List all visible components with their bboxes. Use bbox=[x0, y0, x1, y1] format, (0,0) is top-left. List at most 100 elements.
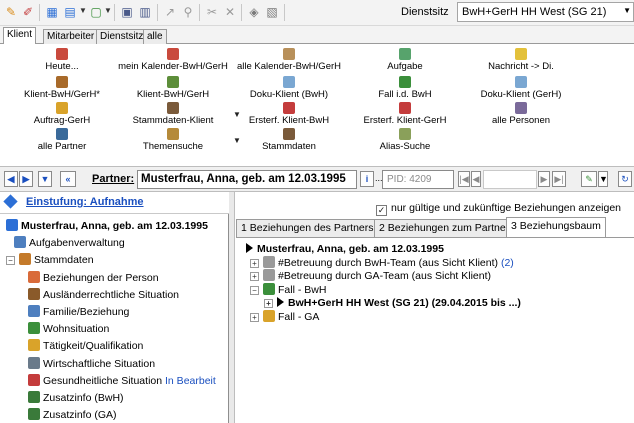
attach-icon[interactable]: ↗ bbox=[162, 4, 178, 20]
tree-item[interactable]: Ausländerrechtliche Situation bbox=[28, 287, 179, 304]
ribbon-client-bwh[interactable]: Klient-BwH/GerH bbox=[115, 76, 231, 100]
tab-dienstsitz[interactable]: Dienstsitz bbox=[96, 29, 148, 44]
ribbon-order-gerh[interactable]: Auftrag-GerH bbox=[4, 102, 120, 126]
ribbon-doku-client-bwh[interactable]: Doku-Klient (BwH) bbox=[231, 76, 347, 100]
ribbon-alias-search[interactable]: Alias-Suche bbox=[347, 128, 463, 152]
edit-button[interactable]: ✎ bbox=[581, 171, 597, 187]
tab-beziehungsbaum[interactable]: 3 Beziehungsbaum bbox=[506, 217, 606, 238]
ribbon-my-calendar[interactable]: mein Kalender-BwH/GerH bbox=[115, 48, 231, 72]
tab-klient[interactable]: Klient bbox=[3, 27, 37, 45]
tree-expander-icon[interactable]: + bbox=[250, 258, 259, 268]
first-capture-gerh-icon bbox=[399, 102, 411, 114]
refresh-button[interactable]: ↻ bbox=[618, 171, 632, 187]
valid-relations-filter[interactable]: ✓ nur gültige und zukünftige Beziehungen … bbox=[376, 202, 621, 216]
ribbon-label: Stammdaten bbox=[262, 141, 316, 152]
ribbon-all-calendars[interactable]: alle Kalender-BwH/GerH bbox=[231, 48, 347, 72]
tree-item[interactable]: Aufgabenverwaltung bbox=[14, 235, 125, 252]
view-tabs: Klient Mitarbeiter Dienstsitz alle bbox=[0, 26, 634, 45]
doku-client-gerh-icon bbox=[515, 76, 527, 88]
tree-expander-icon[interactable]: − bbox=[6, 256, 15, 266]
pid-field[interactable]: PID: 4209 bbox=[382, 170, 454, 189]
tree-item[interactable]: Zusatzinfo (GA) bbox=[28, 407, 117, 423]
delete-icon[interactable]: ✕ bbox=[222, 4, 238, 20]
ribbon-topic-search[interactable]: Themensuche bbox=[115, 128, 231, 152]
history-drop-button[interactable]: ▼ bbox=[38, 171, 52, 187]
ribbon-today[interactable]: Heute... bbox=[4, 48, 120, 72]
tab-beziehungen-des-partners[interactable]: 1 Beziehungen des Partners bbox=[236, 219, 379, 237]
stamp-icon[interactable]: ◈ bbox=[246, 4, 262, 20]
ribbon-label: Ersterf. Klient-BwH bbox=[248, 115, 330, 126]
partner-field[interactable]: Musterfrau, Anna, geb. am 12.03.1995 bbox=[137, 170, 357, 189]
relation-tree-item[interactable]: + #Betreuung durch BwH-Team (aus Sicht Kl… bbox=[250, 255, 514, 270]
relation-tree-item[interactable]: − Fall - BwH bbox=[250, 282, 326, 297]
chevron-down-icon[interactable]: ▼ bbox=[79, 6, 87, 15]
ribbon-message[interactable]: Nachricht -> Di. bbox=[463, 48, 579, 72]
left-panel: Einstufung: Aufnahme Musterfrau, Anna, g… bbox=[0, 192, 229, 423]
forward-button[interactable]: ▶ bbox=[19, 171, 33, 187]
tree-item[interactable]: Gesundheitliche Situation In Bearbeit bbox=[28, 373, 216, 390]
ribbon-all-partners[interactable]: alle Partner bbox=[4, 128, 120, 152]
tab-mitarbeiter[interactable]: Mitarbeiter bbox=[43, 29, 99, 44]
ribbon-first-capture-gerh[interactable]: Ersterf. Klient-GerH bbox=[347, 102, 463, 126]
next-page-button[interactable]: ▶ bbox=[538, 171, 550, 187]
calendar-drop-icon[interactable]: ▤ bbox=[62, 4, 78, 20]
last-page-button[interactable]: ▶| bbox=[552, 171, 566, 187]
copy-icon[interactable]: ▧ bbox=[264, 4, 280, 20]
relation-tree-item[interactable]: + Fall - GA bbox=[250, 309, 320, 324]
back-button[interactable]: ◀ bbox=[4, 171, 18, 187]
tab-alle[interactable]: alle bbox=[143, 29, 167, 44]
prev-page-button[interactable]: ◀ bbox=[471, 171, 481, 187]
chevron-down-icon[interactable]: ▼ bbox=[104, 6, 112, 15]
tree-item-label: Wohnsituation bbox=[43, 323, 110, 336]
relation-tree-item[interactable]: + #Betreuung durch GA-Team (aus Sicht Kli… bbox=[250, 269, 491, 283]
tree-expander-icon[interactable]: + bbox=[264, 299, 273, 308]
ribbon-all-persons[interactable]: alle Personen bbox=[463, 102, 579, 126]
ribbon-case-bwh[interactable]: Fall i.d. BwH bbox=[347, 76, 463, 100]
toolbar-separator bbox=[39, 4, 40, 21]
panel-splitter[interactable] bbox=[229, 192, 235, 423]
ribbon-client-bwh-star[interactable]: Klient-BwH/GerH* bbox=[4, 76, 120, 100]
tree-item[interactable]: Musterfrau, Anna, geb. am 12.03.1995 bbox=[6, 218, 208, 235]
ribbon-client-master-data[interactable]: Stammdaten-Klient bbox=[115, 102, 231, 126]
save-icon[interactable]: ▣ bbox=[119, 4, 135, 20]
ribbon-doku-client-gerh[interactable]: Doku-Klient (GerH) bbox=[463, 76, 579, 100]
link-icon[interactable]: ⚲ bbox=[180, 4, 196, 20]
tree-expander-icon[interactable]: + bbox=[250, 272, 259, 281]
pen-icon[interactable]: ✎ bbox=[3, 4, 19, 20]
page-field[interactable] bbox=[483, 170, 537, 189]
tree-item[interactable]: Wohnsituation bbox=[28, 321, 109, 338]
ribbon-label: Fall i.d. BwH bbox=[378, 89, 432, 100]
tree-item[interactable]: Tätigkeit/Qualifikation bbox=[28, 338, 143, 355]
tree-expander-icon[interactable]: + bbox=[250, 312, 259, 322]
calendar-icon[interactable]: ▦ bbox=[44, 4, 60, 20]
info-button[interactable]: i bbox=[360, 171, 374, 187]
checkbox[interactable]: ✓ bbox=[376, 205, 387, 216]
first-record-button[interactable]: « bbox=[60, 171, 76, 187]
note-drop-icon[interactable]: ▢ bbox=[88, 4, 104, 20]
ribbon-task[interactable]: Aufgabe bbox=[347, 48, 463, 72]
tab-beziehungen-zum-partner[interactable]: 2 Beziehungen zum Partner bbox=[374, 219, 515, 237]
partner-label-text: Partner: bbox=[92, 173, 135, 185]
tree-expander-icon[interactable]: − bbox=[250, 285, 259, 295]
tree-item[interactable]: − Stammdaten bbox=[6, 252, 94, 269]
tree-item[interactable]: Familie/Beziehung bbox=[28, 304, 129, 321]
chevron-down-icon[interactable]: ▼ bbox=[233, 110, 241, 119]
relation-label: Fall - GA bbox=[278, 310, 320, 323]
first-page-button[interactable]: |◀ bbox=[458, 171, 470, 187]
status-header-link[interactable]: Einstufung: Aufnahme bbox=[26, 196, 144, 208]
more-button[interactable]: ... bbox=[375, 171, 383, 187]
ribbon-master-data[interactable]: Stammdaten bbox=[231, 128, 347, 152]
chevron-down-icon[interactable]: ▼ bbox=[233, 136, 241, 145]
chevron-down-icon[interactable]: ▼ bbox=[598, 171, 608, 187]
tree-item[interactable]: Beziehungen der Person bbox=[28, 270, 159, 287]
office-select[interactable]: BwH+GerH HH West (SG 21) ▼ bbox=[457, 2, 634, 22]
client-master-data-icon bbox=[167, 102, 179, 114]
ribbon-first-capture-bwh[interactable]: Ersterf. Klient-BwH bbox=[231, 102, 347, 126]
cut-icon[interactable]: ✂ bbox=[204, 4, 220, 20]
relation-tree-item[interactable]: Musterfrau, Anna, geb. am 12.03.1995 bbox=[246, 242, 444, 256]
tree-item[interactable]: Zusatzinfo (BwH) bbox=[28, 390, 124, 407]
tree-item[interactable]: Wirtschaftliche Situation bbox=[28, 356, 155, 373]
pen-erase-icon[interactable]: ✐ bbox=[20, 4, 36, 20]
document-icon[interactable]: ▥ bbox=[137, 4, 153, 20]
relation-tree-item[interactable]: + BwH+GerH HH West (SG 21) (29.04.2015 bi… bbox=[264, 296, 521, 310]
